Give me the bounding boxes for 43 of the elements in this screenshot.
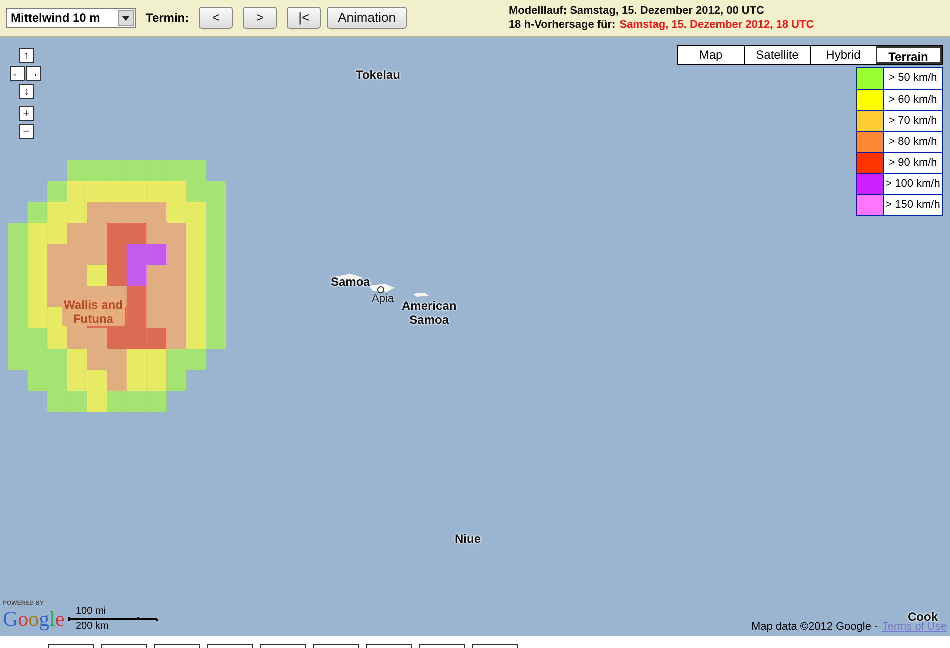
forecast-label: 18 h-Vorhersage für: bbox=[508, 18, 616, 32]
map-nav-button[interactable]: − bbox=[19, 124, 34, 139]
map-nav-button[interactable]: ↑ bbox=[19, 48, 34, 63]
scale-label: 200 km bbox=[75, 621, 110, 632]
scale-label: 100 mi bbox=[75, 606, 108, 617]
cut-off-tab[interactable] bbox=[472, 644, 518, 648]
place-label: Cook bbox=[908, 610, 938, 624]
toolbar-button[interactable]: < bbox=[199, 7, 234, 29]
place-label: Samoa bbox=[331, 275, 370, 289]
termin-label: Termin: bbox=[146, 10, 190, 27]
legend-label: > 100 km/h bbox=[884, 176, 942, 192]
cut-off-tab[interactable] bbox=[419, 644, 465, 648]
place-label: Tokelau bbox=[356, 68, 400, 82]
attribution-text: Map data ©2012 Google - bbox=[751, 620, 878, 634]
google-logo: Google bbox=[3, 608, 65, 630]
map-nav-button[interactable]: → bbox=[26, 66, 41, 81]
toolbar-button[interactable]: > bbox=[243, 7, 278, 29]
cut-off-tab[interactable] bbox=[154, 644, 200, 648]
place-label: American Samoa bbox=[402, 299, 457, 327]
cut-off-tab[interactable] bbox=[48, 644, 94, 648]
legend-label: > 70 km/h bbox=[888, 114, 938, 129]
legend-label: > 80 km/h bbox=[888, 134, 938, 150]
forecast-time: Samstag, 15. Dezember 2012, 18 UTC bbox=[620, 18, 814, 32]
parameter-select[interactable]: Mittelwind 10 m bbox=[6, 8, 136, 28]
map-nav-button[interactable]: ← bbox=[10, 66, 25, 81]
cut-off-tab[interactable] bbox=[101, 644, 147, 648]
map-type-tab[interactable]: Terrain bbox=[876, 46, 942, 64]
place-label: Niue bbox=[455, 532, 482, 546]
cut-off-tab[interactable] bbox=[260, 644, 306, 648]
model-run-text: Modelllauf: Samstag, 15. Dezember 2012, 00 UTC bbox=[508, 4, 766, 18]
cut-off-tab[interactable] bbox=[207, 644, 253, 648]
toolbar-button[interactable]: Animation bbox=[327, 7, 407, 29]
legend-label: > 50 km/h bbox=[888, 71, 938, 86]
cut-off-tab[interactable] bbox=[366, 644, 412, 648]
cut-off-tab[interactable] bbox=[313, 644, 359, 648]
legend-label: > 90 km/h bbox=[888, 156, 938, 171]
legend-label: > 60 km/h bbox=[888, 92, 938, 108]
toolbar-button[interactable]: |< bbox=[287, 7, 322, 29]
place-label: Wallis and Futuna bbox=[62, 298, 125, 326]
map-nav-button[interactable]: + bbox=[19, 106, 34, 121]
legend-label: > 150 km/h bbox=[884, 198, 942, 213]
map-nav-button[interactable]: ↓ bbox=[19, 84, 34, 99]
place-label: Apia bbox=[372, 293, 394, 305]
